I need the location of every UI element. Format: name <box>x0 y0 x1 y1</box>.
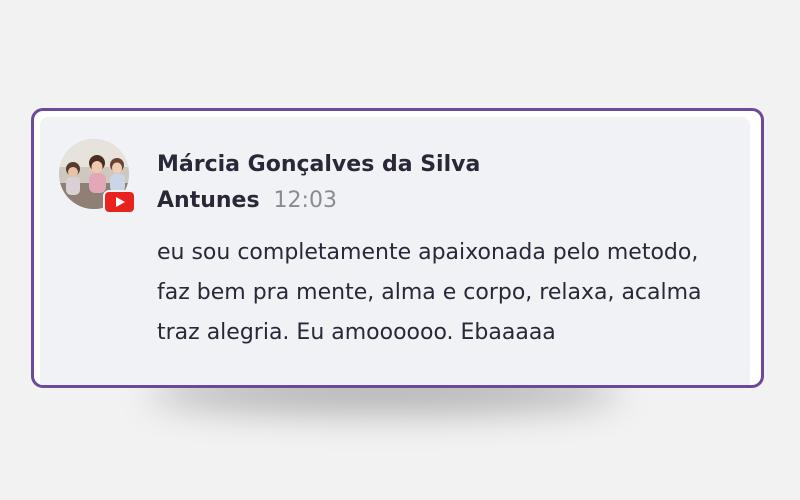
author-name-line1: Márcia Gonçalves da Silva <box>157 152 481 177</box>
author-name-row2: Antunes 12:03 <box>157 183 557 219</box>
author-name[interactable]: Márcia Gonçalves da Silva Antunes 12:03 <box>157 147 557 219</box>
comment-card-body: Márcia Gonçalves da Silva Antunes 12:03 … <box>40 117 750 385</box>
author-name-line2: Antunes <box>157 188 260 213</box>
comment-card[interactable]: Márcia Gonçalves da Silva Antunes 12:03 … <box>31 108 764 388</box>
comment-time: 12:03 <box>273 188 337 213</box>
youtube-icon <box>103 190 136 214</box>
comment-message: eu sou completamente apaixonada pelo met… <box>157 240 702 345</box>
comment-stage: Márcia Gonçalves da Silva Antunes 12:03 … <box>0 0 800 500</box>
